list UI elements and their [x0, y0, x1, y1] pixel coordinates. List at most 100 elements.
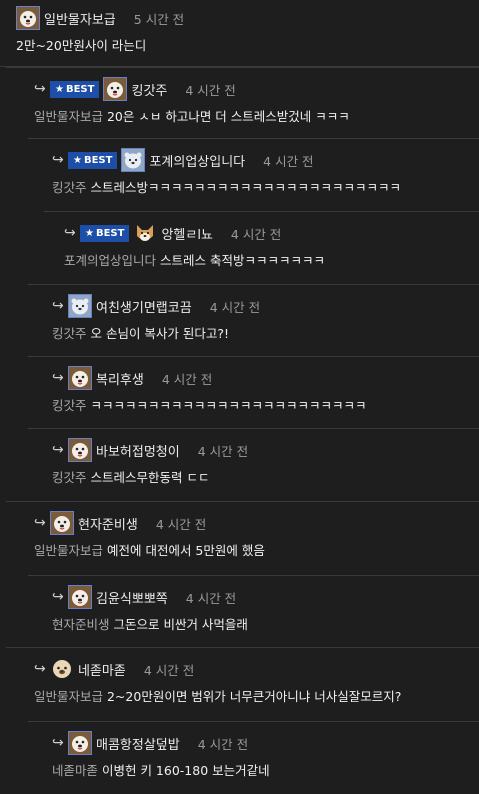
comment-item: ↪ ★ BEST 포계의업상입니다 4 시간 전 킹갓주 스트레스방ㅋㅋㅋㅋㅋㅋㅋ… — [0, 138, 479, 211]
comment-author[interactable]: 현자준비생 — [78, 514, 138, 533]
comment-item: 일반물자보급 5 시간 전 2만~20만원사이 라는디 — [0, 0, 479, 66]
comment-mention[interactable]: 일반물자보급 — [34, 109, 107, 124]
comment-mention[interactable]: 킹갓주 — [52, 470, 90, 485]
comment-author[interactable]: 복리후생 — [96, 369, 144, 388]
comment-time: 4 시간 전 — [263, 153, 314, 169]
reply-arrow-icon: ↪ — [52, 442, 64, 458]
comment-time: 4 시간 전 — [161, 371, 213, 387]
comment-body: 2만~20만원사이 라는디 — [16, 34, 479, 58]
comment-time: 4 시간 전 — [143, 662, 195, 678]
comment-body: 일반물자보급 2~20만원이면 범위가 너무큰거아니냐 너사실잘모르지? — [34, 685, 479, 709]
comment-header: ↪ 현자준비생 4 시간 전 — [34, 511, 479, 535]
dog-avatar[interactable] — [16, 6, 40, 30]
bear-avatar[interactable] — [68, 294, 92, 318]
comment-author[interactable]: 김윤식뽀뽀쪽 — [96, 588, 168, 607]
reply-arrow-icon: ↪ — [52, 589, 64, 605]
comment-text: 스트레스무한동력 ㄷㄷ — [90, 470, 210, 485]
comment-body: 일반물자보급 예전에 대전에서 5만원에 했음 — [34, 539, 479, 563]
comment-author[interactable]: 여친생기면랩코끔 — [96, 297, 192, 316]
comment-mention[interactable]: 일반물자보급 — [34, 543, 107, 558]
comment-body: 킹갓주 스트레스방ㅋㅋㅋㅋㅋㅋㅋㅋㅋㅋㅋㅋㅋㅋㅋㅋㅋㅋㅋㅋㅋㅋ — [52, 176, 479, 200]
comment-header: 일반물자보급 5 시간 전 — [16, 6, 479, 30]
reply-arrow-icon: ↪ — [52, 298, 64, 314]
comment-text: 스트레스 축적방ㅋㅋㅋㅋㅋㅋㅋ — [159, 253, 325, 268]
best-badge: ★ BEST — [50, 80, 100, 98]
comment-text: 오 손님이 복사가 된다고?! — [90, 326, 230, 341]
dog-avatar[interactable] — [68, 366, 92, 390]
bear-avatar[interactable] — [121, 148, 146, 172]
comment-mention[interactable]: 킹갓주 — [52, 180, 90, 195]
comment-item: ↪ 여친생기면랩코끔 4 시간 전 킹갓주 오 손님이 복사가 된다고?! — [0, 284, 479, 356]
dog-avatar[interactable] — [68, 731, 92, 755]
comment-time: 4 시간 전 — [209, 299, 261, 315]
comment-author[interactable]: 앙헬ㄹl뇨 — [161, 224, 212, 243]
comment-header: ↪ 네졷마졷 4 시간 전 — [34, 657, 479, 681]
comment-author[interactable]: 매콤항정살덮밥 — [96, 734, 180, 753]
comment-header: ↪ 복리후생 4 시간 전 — [52, 366, 479, 390]
comment-header: ↪ ★ BEST 포계의업상입니다 4 시간 전 — [52, 148, 479, 172]
comment-header: ↪ ★ BEST 킹갓주 4 시간 전 — [34, 77, 479, 101]
comment-body: 킹갓주 스트레스무한동력 ㄷㄷ — [52, 466, 479, 490]
comment-item: ↪ 매콤항정살덮밥 4 시간 전 네졷마졷 이병헌 키 160-180 보는거같… — [0, 721, 479, 781]
comment-author[interactable]: 포계의업상입니다 — [149, 151, 245, 170]
dog-avatar[interactable] — [68, 585, 92, 609]
shiba-avatar[interactable] — [133, 221, 157, 245]
comment-header: ↪ 매콤항정살덮밥 4 시간 전 — [52, 731, 479, 755]
dog-avatar[interactable] — [103, 77, 128, 101]
comment-time: 4 시간 전 — [197, 736, 249, 752]
comment-mention[interactable]: 현자준비생 — [52, 617, 113, 632]
comment-mention[interactable]: 포계의업상입니다 — [64, 253, 160, 268]
comment-item: ↪ 바보허접멍청이 4 시간 전 킹갓주 스트레스무한동력 ㄷㄷ — [0, 428, 479, 501]
comment-body: 포계의업상입니다 스트레스 축적방ㅋㅋㅋㅋㅋㅋㅋ — [64, 249, 479, 273]
best-badge: ★ BEST — [68, 151, 118, 169]
comment-header: ↪ 바보허접멍청이 4 시간 전 — [52, 438, 479, 462]
comment-header: ↪ ★ BEST 앙헬ㄹl뇨 4 시간 전 — [64, 221, 479, 245]
comment-author[interactable]: 일반물자보급 — [44, 9, 116, 28]
comment-time: 4 시간 전 — [185, 590, 237, 606]
reply-arrow-icon: ↪ — [64, 225, 76, 241]
comment-body: 일반물자보급 20은 ㅅㅂ 하고나면 더 스트레스받겄네 ㅋㅋㅋ — [34, 105, 479, 129]
comment-item: ↪ ★ BEST 킹갓주 4 시간 전 일반물자보급 20은 ㅅㅂ 하고나면 더 … — [0, 66, 479, 138]
pug-avatar[interactable] — [50, 657, 74, 681]
comment-body: 네졷마졷 이병헌 키 160-180 보는거같네 — [52, 759, 479, 783]
best-badge: ★ BEST — [80, 224, 130, 242]
comment-text: 이병헌 키 160-180 보는거같네 — [101, 763, 270, 778]
comment-text: ㅋㅋㅋㅋㅋㅋㅋㅋㅋㅋㅋㅋㅋㅋㅋㅋㅋㅋㅋㅋㅋㅋㅋㅋ — [90, 398, 367, 413]
comment-item: ↪ 네졷마졷 4 시간 전 일반물자보급 2~20만원이면 범위가 너무큰거아니… — [0, 647, 479, 721]
comment-text: 2~20만원이면 범위가 너무큰거아니냐 너사실잘모르지? — [106, 689, 402, 704]
reply-arrow-icon: ↪ — [34, 661, 46, 677]
comment-item: ↪ 현자준비생 4 시간 전 일반물자보급 예전에 대전에서 5만원에 했음 — [0, 501, 479, 575]
comment-item: ↪ 복리후생 4 시간 전 킹갓주 ㅋㅋㅋㅋㅋㅋㅋㅋㅋㅋㅋㅋㅋㅋㅋㅋㅋㅋㅋㅋㅋㅋ… — [0, 356, 479, 428]
comment-time: 5 시간 전 — [133, 11, 185, 27]
comment-author[interactable]: 네졷마졷 — [78, 660, 126, 679]
comment-time: 4 시간 전 — [230, 226, 282, 242]
comment-time: 4 시간 전 — [197, 443, 249, 459]
comment-body: 킹갓주 오 손님이 복사가 된다고?! — [52, 322, 479, 346]
comment-header: ↪ 여친생기면랩코끔 4 시간 전 — [52, 294, 479, 318]
comment-header: ↪ 김윤식뽀뽀쪽 4 시간 전 — [52, 585, 479, 609]
comment-author[interactable]: 킹갓주 — [131, 80, 167, 99]
comment-item: ↪ 김윤식뽀뽀쪽 4 시간 전 현자준비생 그돈으로 비싼거 사먹을래 — [0, 575, 479, 647]
comment-mention[interactable]: 일반물자보급 — [34, 689, 107, 704]
reply-arrow-icon: ↪ — [52, 735, 64, 751]
comment-mention[interactable]: 킹갓주 — [52, 326, 90, 341]
reply-arrow-icon: ↪ — [34, 81, 46, 97]
star-icon: ★ — [55, 83, 64, 95]
star-icon: ★ — [85, 227, 94, 239]
comment-time: 4 시간 전 — [185, 82, 236, 98]
comment-body: 킹갓주 ㅋㅋㅋㅋㅋㅋㅋㅋㅋㅋㅋㅋㅋㅋㅋㅋㅋㅋㅋㅋㅋㅋㅋㅋ — [52, 394, 479, 418]
comment-author[interactable]: 바보허접멍청이 — [96, 441, 180, 460]
comment-text: 그돈으로 비싼거 사먹을래 — [113, 617, 248, 632]
reply-arrow-icon: ↪ — [52, 152, 64, 168]
comment-mention[interactable]: 킹갓주 — [52, 398, 90, 413]
comment-mention[interactable]: 네졷마졷 — [52, 763, 102, 778]
comment-text: 예전에 대전에서 5만원에 했음 — [106, 543, 265, 558]
comment-text: 2만~20만원사이 라는디 — [16, 38, 147, 53]
reply-arrow-icon: ↪ — [34, 515, 46, 531]
star-icon: ★ — [73, 154, 82, 166]
dog-avatar[interactable] — [68, 438, 92, 462]
comment-text: 스트레스방ㅋㅋㅋㅋㅋㅋㅋㅋㅋㅋㅋㅋㅋㅋㅋㅋㅋㅋㅋㅋㅋㅋ — [90, 180, 401, 195]
comment-item: ↪ ★ BEST 앙헬ㄹl뇨 4 시간 전 포계의업상입니다 스트레스 축적방ㅋㅋ… — [0, 211, 479, 284]
comment-text: 20은 ㅅㅂ 하고나면 더 스트레스받겄네 ㅋㅋㅋ — [106, 109, 350, 124]
dog-avatar[interactable] — [50, 511, 74, 535]
